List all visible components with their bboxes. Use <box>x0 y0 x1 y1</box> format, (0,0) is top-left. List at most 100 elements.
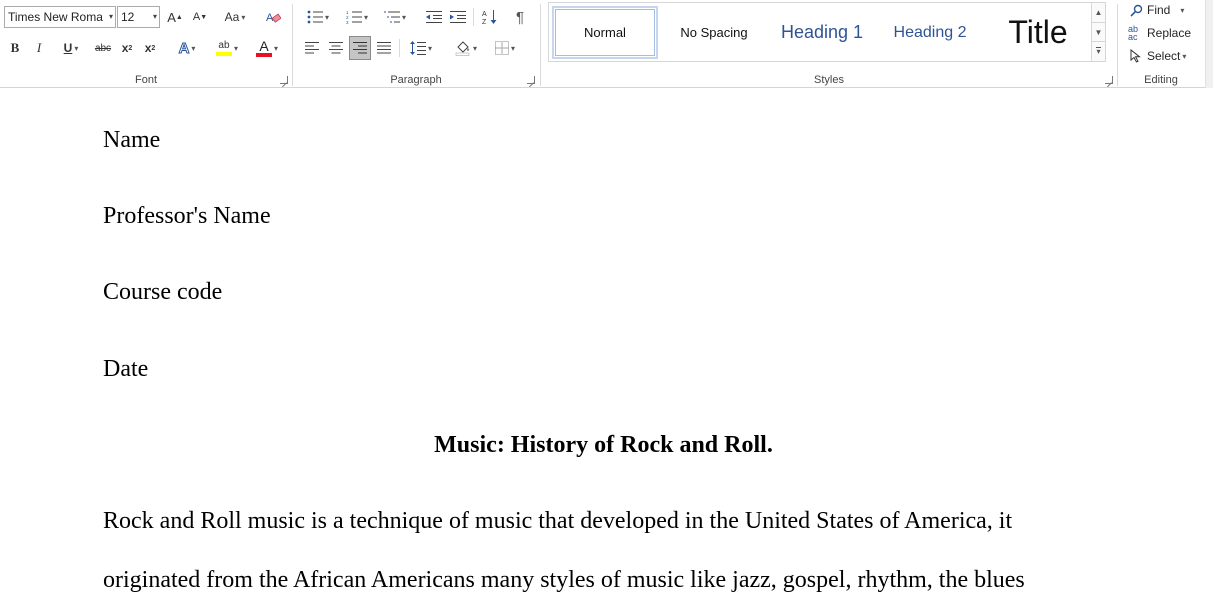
font-name-value: Times New Roma <box>8 10 103 24</box>
chevron-down-icon: ▾ <box>74 43 79 53</box>
svg-text:A: A <box>482 11 487 18</box>
document-title: Music: History of Rock and Roll. <box>434 432 773 458</box>
styles-group-label: Styles <box>814 74 844 86</box>
subscript-button[interactable]: x2 <box>117 38 137 58</box>
find-button[interactable]: Find ▾ <box>1128 0 1184 20</box>
decrease-indent-icon <box>426 11 442 23</box>
bold-button[interactable]: B <box>6 38 24 58</box>
ribbon-scrollbar[interactable] <box>1205 0 1213 88</box>
chevron-down-icon: ▾ <box>1096 47 1101 56</box>
chevron-down-icon: ▾ <box>1180 5 1185 15</box>
chevron-down-icon: ▾ <box>1182 51 1187 61</box>
cursor-icon <box>1128 49 1144 63</box>
clear-formatting-button[interactable]: A <box>262 6 284 28</box>
multilevel-list-button[interactable]: ▾ <box>378 6 412 28</box>
doc-line-course: Course code <box>103 279 223 305</box>
select-button[interactable]: Select ▾ <box>1128 46 1186 66</box>
superscript-button[interactable]: x2 <box>140 38 160 58</box>
ribbon: Times New Roma ▾ 12 ▾ A ▲ A ▼ Aa ▾ A B I U ▾… <box>0 0 1213 88</box>
font-dialog-launcher-icon[interactable] <box>280 76 288 84</box>
chevron-down-icon: ▾ <box>191 43 196 53</box>
underline-icon: U <box>63 41 73 55</box>
font-color-bar <box>255 53 272 57</box>
chevron-down-icon: ▾ <box>233 43 238 53</box>
font-group: Times New Roma ▾ 12 ▾ A ▲ A ▼ Aa ▾ A B I U ▾… <box>0 0 292 88</box>
bullets-button[interactable]: ▾ <box>301 6 335 28</box>
font-group-label: Font <box>134 74 157 86</box>
numbering-button[interactable]: 123 ▾ <box>340 6 374 28</box>
increase-indent-button[interactable] <box>447 6 469 28</box>
grow-font-button[interactable]: A ▲ <box>164 7 186 27</box>
chevron-down-icon: ▾ <box>401 12 406 22</box>
grow-font-icon: A <box>167 9 176 25</box>
svg-text:Z: Z <box>482 19 487 25</box>
shrink-font-button[interactable]: A ▼ <box>189 7 211 27</box>
clear-formatting-icon: A <box>266 12 281 24</box>
gallery-more-button[interactable]: ▾ <box>1091 41 1105 61</box>
paragraph-dialog-launcher-icon[interactable] <box>527 76 535 84</box>
align-center-button[interactable] <box>325 37 347 59</box>
strikethrough-button[interactable]: abc <box>92 38 114 58</box>
justify-icon <box>377 42 391 54</box>
increase-indent-icon <box>450 11 466 23</box>
highlight-button[interactable]: ab ▾ <box>209 37 245 59</box>
change-case-icon: Aa <box>224 10 240 24</box>
highlight-icon: ab <box>215 40 232 56</box>
search-icon <box>1128 4 1144 17</box>
chevron-down-icon: ▾ <box>510 43 515 53</box>
bold-icon: B <box>10 40 20 55</box>
font-size-combobox[interactable]: 12 ▾ <box>117 6 160 28</box>
borders-icon <box>494 41 509 55</box>
italic-button[interactable]: I <box>30 38 48 58</box>
chevron-down-icon: ▾ <box>324 12 329 22</box>
style-heading-2[interactable]: Heading 2 <box>877 6 983 59</box>
style-no-spacing[interactable]: No Spacing <box>661 6 767 59</box>
replace-label: Replace <box>1147 26 1192 40</box>
doc-body-line: Rock and Roll music is a technique of mu… <box>103 508 1013 534</box>
style-normal[interactable]: Normal <box>552 6 658 59</box>
underline-button[interactable]: U ▾ <box>53 38 89 58</box>
doc-body-line: originated from the African Americans ma… <box>103 567 1025 593</box>
shading-button[interactable]: ▾ <box>449 37 483 59</box>
justify-button[interactable] <box>373 37 395 59</box>
decrease-indent-button[interactable] <box>423 6 445 28</box>
style-title-label: Title <box>1008 14 1068 50</box>
line-spacing-button[interactable]: ▾ <box>404 37 438 59</box>
gallery-scroll-up-button[interactable]: ▲ <box>1091 3 1105 22</box>
styles-dialog-launcher-icon[interactable] <box>1105 76 1113 84</box>
chevron-down-icon: ▾ <box>472 43 477 53</box>
pilcrow-icon: ¶ <box>515 8 525 26</box>
styles-gallery: Normal No Spacing Heading 1 Heading 2 Ti… <box>548 2 1106 62</box>
font-color-button[interactable]: A ▾ <box>249 37 285 59</box>
style-no-spacing-label: No Spacing <box>680 25 748 40</box>
sort-button[interactable]: AZ <box>479 6 501 28</box>
align-left-button[interactable] <box>301 37 323 59</box>
align-center-icon <box>329 42 343 54</box>
doc-line-date: Date <box>103 356 149 382</box>
replace-icon: ab ac <box>1128 24 1139 42</box>
show-hide-marks-button[interactable]: ¶ <box>509 6 531 28</box>
replace-button[interactable]: ab ac Replace <box>1128 23 1191 43</box>
chevron-down-icon: ▾ <box>152 12 157 21</box>
font-size-value: 12 <box>121 10 135 24</box>
change-case-button[interactable]: Aa ▾ <box>218 7 252 27</box>
select-label: Select <box>1147 49 1181 63</box>
shrink-font-icon: A <box>192 11 201 23</box>
align-right-button[interactable] <box>349 36 371 60</box>
font-name-combobox[interactable]: Times New Roma ▾ <box>4 6 116 28</box>
style-title[interactable]: Title <box>985 6 1091 59</box>
align-left-icon <box>305 42 319 54</box>
style-heading-2-label: Heading 2 <box>893 23 967 41</box>
text-effects-button[interactable]: A ▾ <box>170 38 204 58</box>
svg-text:3: 3 <box>346 20 349 24</box>
paragraph-group: ▾ 123 ▾ ▾ AZ ¶ ▾ ▾ ▾ Paragraph <box>293 0 539 88</box>
line-spacing-icon <box>409 41 426 55</box>
text-effects-icon: A <box>178 39 190 57</box>
chevron-down-icon: ▾ <box>108 12 113 21</box>
chevron-down-icon: ▾ <box>241 12 246 22</box>
style-heading-1[interactable]: Heading 1 <box>769 6 875 59</box>
style-normal-label: Normal <box>584 25 626 40</box>
borders-button[interactable]: ▾ <box>488 37 522 59</box>
document-page[interactable]: Name Professor's Name Course code Date M… <box>0 89 1213 611</box>
gallery-scroll-down-button[interactable]: ▼ <box>1091 22 1105 41</box>
